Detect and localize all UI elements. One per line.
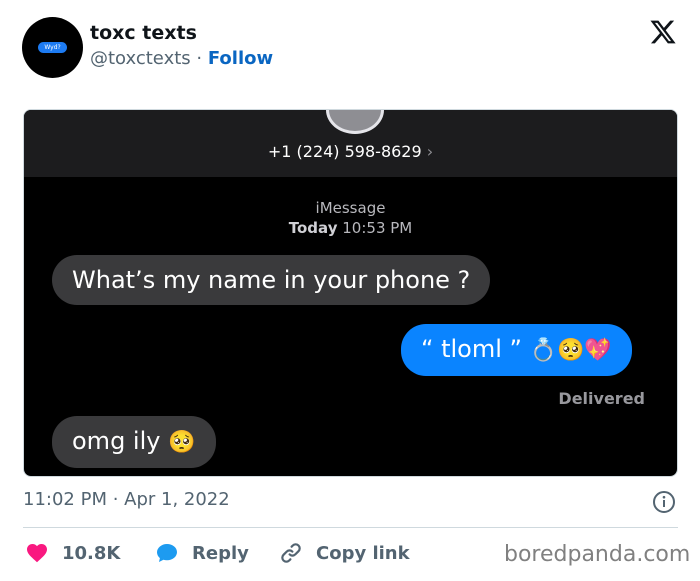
copy-link-label: Copy link [316, 542, 410, 564]
handle-separator: · [196, 48, 203, 69]
author-avatar[interactable]: Wyd? [22, 17, 83, 78]
author-handle[interactable]: @toxctexts [90, 48, 191, 69]
reply-label: Reply [192, 542, 249, 564]
reply-bubble-icon [157, 544, 177, 562]
imessage-header: +1 (224) 598-8629 › [24, 110, 677, 177]
link-icon [281, 543, 301, 563]
incoming-message-bubble: omg ily 🥺 [52, 416, 216, 468]
tweet-timestamp[interactable]: 11:02 PM · Apr 1, 2022 [23, 489, 230, 510]
reply-button[interactable]: Reply [154, 541, 249, 565]
ring-pleading-heart-emoji: 💍🥺💖 [529, 338, 612, 363]
message-timestamp: Today 10:53 PM [24, 219, 677, 237]
time-label: 10:53 PM [342, 219, 413, 237]
author-handle-line: @toxctexts · Follow [90, 48, 273, 69]
follow-button[interactable]: Follow [208, 48, 273, 69]
contact-number: +1 (224) 598-8629 › [24, 142, 677, 161]
contact-number-text: +1 (224) 598-8629 [267, 142, 422, 161]
contact-avatar [326, 110, 384, 134]
delivered-status: Delivered [558, 389, 645, 408]
x-logo-icon[interactable] [649, 18, 677, 46]
like-count: 10.8K [62, 542, 121, 564]
copy-link-button[interactable]: Copy link [278, 541, 410, 565]
watermark: boredpanda.com [504, 542, 691, 567]
info-icon[interactable] [652, 490, 676, 514]
avatar-text: Wyd? [38, 42, 67, 53]
message-text: omg ily [72, 427, 161, 455]
tweet-card: Wyd? toxc texts @toxctexts · Follow +1 (… [0, 0, 700, 581]
incoming-message-bubble: What’s my name in your phone ? [52, 255, 491, 305]
service-label: iMessage [315, 199, 386, 217]
heart-icon [27, 544, 47, 563]
chevron-right-icon: › [426, 142, 434, 161]
divider [23, 527, 678, 528]
message-text: What’s my name in your phone ? [72, 266, 471, 294]
author-display-name[interactable]: toxc texts [90, 22, 197, 44]
day-label: Today [288, 219, 338, 237]
pleading-face-emoji: 🥺 [168, 430, 196, 455]
message-text: “ tloml ” [421, 335, 522, 363]
like-button[interactable]: 10.8K [24, 541, 120, 565]
embedded-screenshot[interactable]: +1 (224) 598-8629 › iMessage Today 10:53… [23, 109, 678, 477]
outgoing-message-bubble: “ tloml ” 💍🥺💖 [401, 324, 632, 376]
